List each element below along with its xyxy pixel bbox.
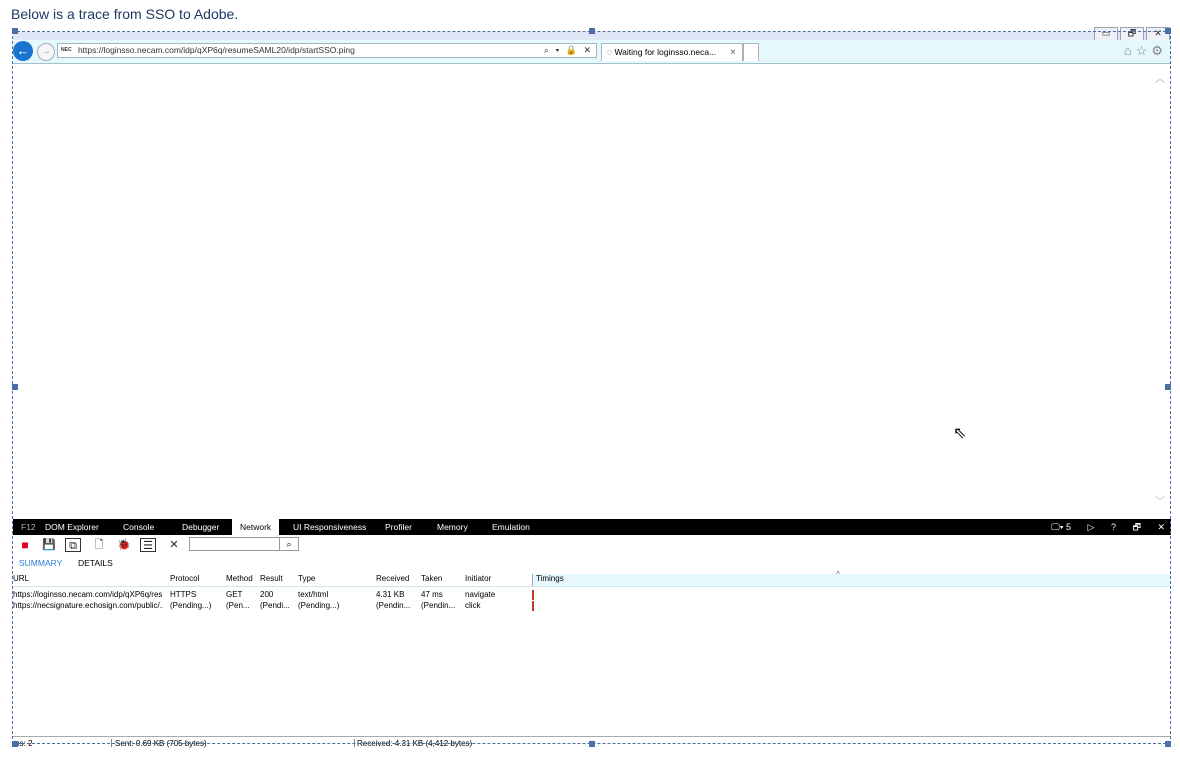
resize-handle[interactable] (589, 741, 595, 747)
resize-handle[interactable] (12, 28, 18, 34)
caption: Below is a trace from SSO to Adobe. (11, 6, 239, 22)
selection-frame (12, 31, 1171, 744)
resize-handle[interactable] (1165, 384, 1171, 390)
resize-handle[interactable] (1165, 741, 1171, 747)
resize-handle[interactable] (12, 741, 18, 747)
resize-handle[interactable] (1165, 28, 1171, 34)
resize-handle[interactable] (12, 384, 18, 390)
resize-handle[interactable] (589, 28, 595, 34)
